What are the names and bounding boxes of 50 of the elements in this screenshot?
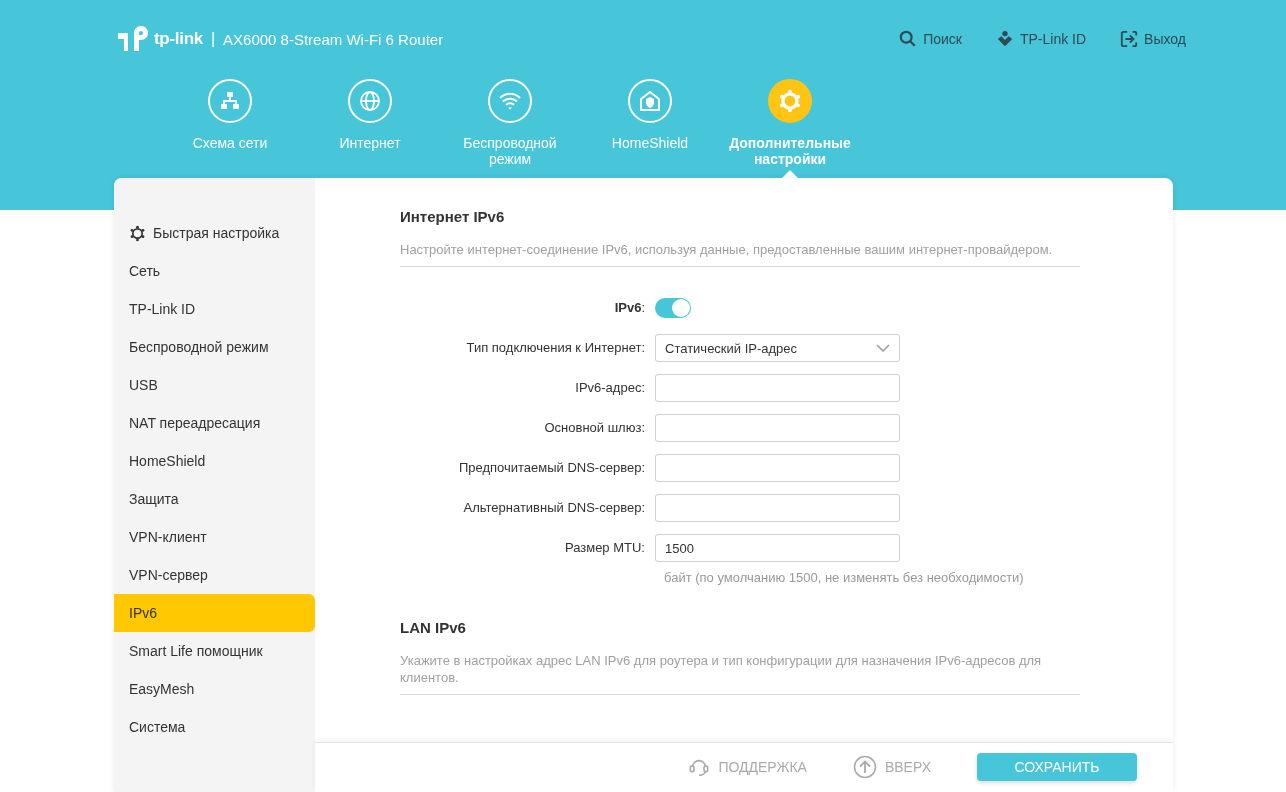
nav-icon [208, 79, 252, 123]
sidebar-item[interactable]: Защита [114, 480, 315, 518]
sidebar-item[interactable]: Быстрая настройка [114, 214, 315, 252]
nav-icon [628, 79, 672, 123]
arrow-up-icon [852, 755, 877, 780]
product-name: AX6000 8-Stream Wi-Fi 6 Router [223, 30, 444, 48]
sidebar-item[interactable]: Сеть [114, 252, 315, 290]
field-label: Основной шлюз: [543, 419, 646, 437]
separator: | [210, 30, 216, 48]
field-label: Размер MTU: [563, 539, 646, 557]
chevron-down-icon [876, 344, 890, 352]
sidebar-item[interactable]: USB [114, 366, 315, 404]
input-field[interactable] [655, 374, 900, 402]
input-field[interactable] [655, 414, 900, 442]
sidebar-item[interactable]: Smart Life помощник [114, 632, 315, 670]
sidebar-item[interactable]: EasyMesh [114, 670, 315, 708]
section-description: Укажите в настройках адрес LAN IPv6 для роутера и тип конфигурации для назначения IPv6-адресов для клиентов. [400, 652, 1043, 687]
sidebar-item[interactable]: Система [114, 708, 315, 746]
header-link[interactable]: TP-Link ID [996, 30, 1087, 48]
section-description: Настройте интернет-соединение IPv6, используя данные, предоставленные вашим интернет-провайдером. [400, 241, 1054, 259]
logout-icon [1120, 30, 1139, 48]
input-field[interactable]: 1500 [655, 534, 900, 562]
search-icon [899, 30, 918, 48]
toggle-switch[interactable] [655, 298, 691, 318]
sidebar-item[interactable]: VPN-сервер [114, 556, 315, 594]
field-label: Альтернативный DNS-сервер: [462, 499, 646, 517]
nav-icon [768, 79, 812, 123]
gear-icon [129, 224, 146, 242]
field-label: Предпочитаемый DNS-сервер: [457, 459, 646, 477]
person-icon [996, 30, 1014, 48]
sidebar-item[interactable]: Беспроводной режим [114, 328, 315, 366]
section-title: Интернет IPv6 [400, 208, 506, 225]
nav-icon [488, 79, 532, 123]
brand-name: tp-link [154, 29, 203, 49]
section-title: LAN IPv6 [400, 619, 467, 636]
sidebar-item[interactable]: TP-Link ID [114, 290, 315, 328]
nav-icon [348, 79, 392, 123]
field-label: IPv6-адрес: [574, 379, 646, 397]
sidebar-item[interactable]: IPv6 [114, 594, 315, 632]
header-link[interactable]: Поиск [899, 30, 962, 48]
header-link[interactable]: Выход [1120, 30, 1186, 48]
sidebar-item[interactable]: HomeShield [114, 442, 315, 480]
input-field[interactable] [655, 454, 900, 482]
field-hint: байт (по умолчанию 1500, не изменять без необходимости) [663, 570, 1024, 585]
input-field[interactable] [655, 494, 900, 522]
sidebar-item[interactable]: NAT переадресация [114, 404, 315, 442]
sidebar-item[interactable]: VPN-клиент [114, 518, 315, 556]
select-field[interactable]: Статический IP-адрес [655, 334, 900, 362]
field-label: IPv6: [613, 299, 646, 317]
field-label: Тип подключения к Интернет: [465, 339, 646, 357]
